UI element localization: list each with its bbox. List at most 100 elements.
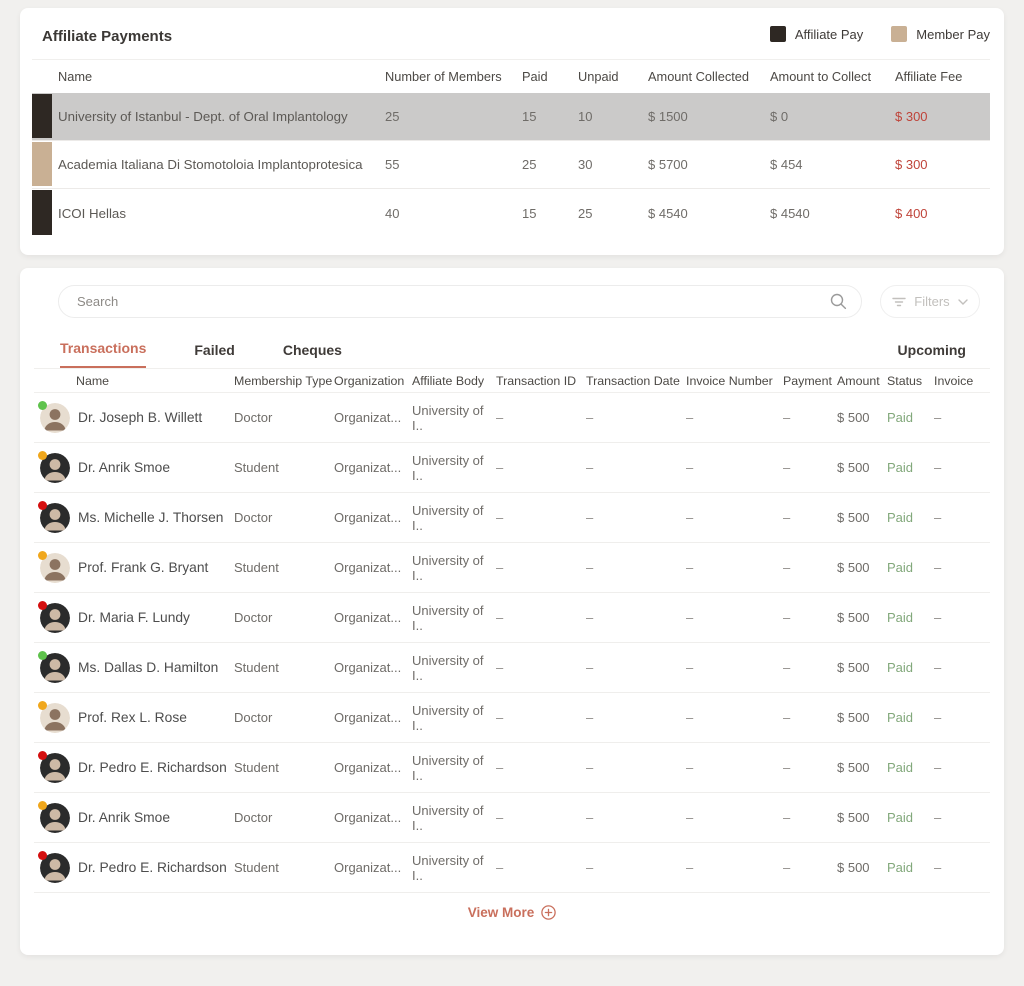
members-count: 40 [385,205,400,221]
amount: $ 500 [837,760,870,775]
affiliate-row[interactable]: University of Istanbul - Dept. of Oral I… [32,93,990,141]
tab-failed[interactable]: Failed [194,342,234,368]
membership-type: Student [234,860,279,875]
paid-count: 25 [522,157,537,172]
status-badge: Paid [887,610,914,625]
payment: – [783,610,791,625]
status-dot-yellow [38,800,47,810]
column-header: Amount to Collect [770,69,872,84]
search-icon[interactable] [830,293,847,310]
transaction-id: – [496,610,504,625]
chevron-down-icon [957,298,968,305]
transaction-row[interactable]: Ms. Dallas D. Hamilton Student Organizat… [34,643,990,693]
payment: – [783,710,791,725]
status-badge: Paid [887,810,914,825]
upcoming-label: Upcoming [897,342,966,358]
invoice-number: – [686,510,694,525]
organization: Organizat... [334,810,402,825]
status-badge: Paid [887,560,914,575]
transaction-row[interactable]: Dr. Pedro E. Richardson Student Organiza… [34,843,990,893]
transaction-row[interactable]: Dr. Maria F. Lundy Doctor Organizat... U… [34,593,990,643]
member-name: Dr. Pedro E. Richardson [78,860,227,875]
affiliate-name: University of Istanbul - Dept. of Oral I… [58,109,348,124]
invoice: – [934,410,942,425]
member-name: Ms. Michelle J. Thorsen [78,510,224,525]
transaction-row[interactable]: Prof. Frank G. Bryant Student Organizat.… [34,543,990,593]
column-header: Paid [522,69,548,84]
transaction-id: – [496,460,504,475]
affiliate-body: University of I.. [412,802,484,833]
affiliate-row[interactable]: Academia Italiana Di Stomotoloia Implant… [32,141,990,189]
amount: $ 500 [837,810,870,825]
legend-swatch-dark-icon [769,26,786,42]
transaction-row[interactable]: Prof. Rex L. Rose Doctor Organizat... Un… [34,693,990,743]
search-box[interactable] [58,285,862,318]
transaction-row[interactable]: Dr. Joseph B. Willett Doctor Organizat..… [34,393,990,443]
invoice: – [934,710,942,725]
amount: $ 500 [837,510,870,525]
transaction-date: – [586,810,594,825]
view-more-button[interactable]: View More [20,905,1004,920]
unpaid-count: 10 [578,109,593,124]
tab-transactions[interactable]: Transactions [60,340,147,368]
invoice-number: – [686,660,694,675]
paid-count: 15 [522,109,537,124]
invoice: – [934,860,942,875]
affiliate-table: Name Number of Members Paid Unpaid Amount Co… [32,59,990,237]
amount: $ 500 [837,610,870,625]
amount-to-collect: $ 454 [770,157,803,172]
member-name: Prof. Frank G. Bryant [78,560,209,575]
status-badge: Paid [887,410,914,425]
transaction-row[interactable]: Dr. Anrik Smoe Doctor Organizat... Unive… [34,793,990,843]
column-header: Amount Collected [648,69,750,84]
tab-cheques[interactable]: Cheques [283,342,342,368]
affiliate-body: University of I.. [412,852,484,883]
membership-type: Student [234,460,279,475]
transaction-row[interactable]: Ms. Michelle J. Thorsen Doctor Organizat… [34,493,990,543]
transaction-row[interactable]: Dr. Pedro E. Richardson Student Organiza… [34,743,990,793]
column-header: Unpaid [578,69,619,84]
status-badge: Paid [887,460,914,475]
amount-collected: $ 4540 [648,205,688,221]
affiliate-fee: $ 300 [895,109,928,124]
invoice: – [934,560,942,575]
column-header: Name [76,373,110,388]
transaction-date: – [586,760,594,775]
affiliate-body: University of I.. [412,752,484,783]
member-name: Dr. Maria F. Lundy [78,610,190,625]
member-name: Ms. Dallas D. Hamilton [78,660,219,675]
payment: – [783,510,791,525]
filters-button[interactable]: Filters [880,285,980,318]
payment: – [783,560,791,575]
invoice-number: – [686,410,694,425]
affiliate-fee: $ 300 [895,157,928,172]
affiliate-name: ICOI Hellas [58,205,126,221]
status-dot-yellow [38,700,47,710]
column-header: Affiliate Body [412,373,485,388]
column-header: Affiliate Fee [895,69,963,84]
member-name: Dr. Pedro E. Richardson [78,760,227,775]
transaction-row[interactable]: Dr. Anrik Smoe Student Organizat... Univ… [34,443,990,493]
transaction-id: – [496,660,504,675]
transaction-date: – [586,560,594,575]
affiliate-body: University of I.. [412,652,484,683]
column-header: Transaction ID [496,373,577,388]
paid-count: 15 [522,205,537,221]
invoice-number: – [686,460,694,475]
search-input[interactable] [77,294,830,309]
affiliate-body: University of I.. [412,402,484,433]
row-color-bar [32,190,52,235]
affiliate-row[interactable]: ICOI Hellas 40 15 25 $ 4540 $ 4540 $ 400 [32,189,990,237]
view-more-label: View More [467,905,535,920]
transactions-panel: Filters Transactions Failed Cheques Upcomin… [20,268,1004,955]
status-dot-red [38,750,47,760]
invoice-number: – [686,860,694,875]
membership-type: Student [234,560,279,575]
invoice: – [934,510,942,525]
transaction-id: – [496,760,504,775]
invoice-number: – [686,710,694,725]
transaction-id: – [496,810,504,825]
invoice: – [934,660,942,675]
row-color-bar [32,94,52,138]
transaction-id: – [496,560,504,575]
